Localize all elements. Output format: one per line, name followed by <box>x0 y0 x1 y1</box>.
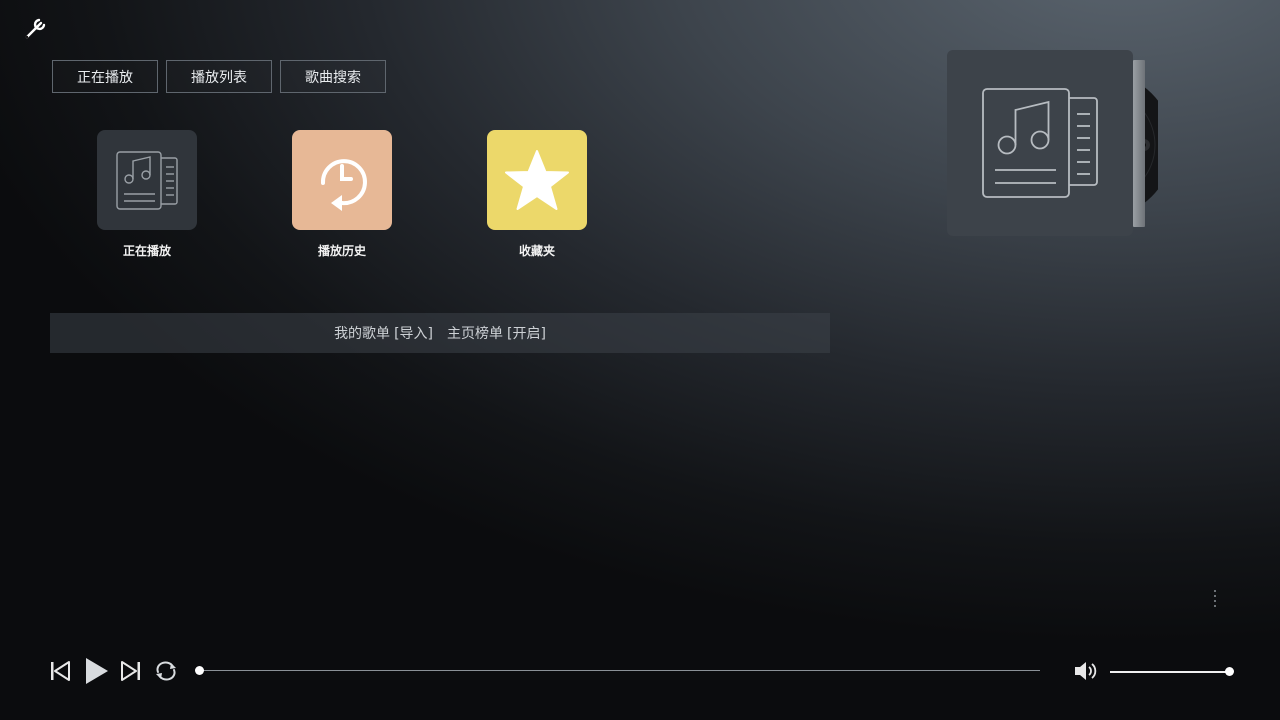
music-document-icon <box>116 151 178 210</box>
volume-track[interactable] <box>1110 671 1230 673</box>
album-cover <box>947 50 1133 236</box>
tile-now-playing[interactable]: 正在播放 <box>97 130 197 259</box>
next-icon[interactable] <box>120 660 142 686</box>
album-sleeve <box>1133 60 1145 227</box>
tile-label: 正在播放 <box>122 244 171 258</box>
my-playlist-label: 我的歌单 <box>334 326 391 342</box>
home-chart-label: 主页榜单 <box>447 326 503 342</box>
tile-label: 收藏夹 <box>518 244 555 258</box>
tab-now-playing[interactable]: 正在播放 <box>52 60 158 93</box>
now-playing-tile-box[interactable] <box>97 130 197 230</box>
playlist-bar: 我的歌单 [导入] 主页榜单 [开启] <box>50 313 830 353</box>
import-link[interactable]: [导入] <box>394 323 433 343</box>
progress-track[interactable] <box>200 670 1040 671</box>
play-history-tile-box[interactable] <box>292 130 392 230</box>
quick-access-tiles: 正在播放 播放历史 收藏夹 <box>97 130 587 259</box>
more-options-icon[interactable] <box>1214 590 1216 607</box>
volume-icon[interactable] <box>1073 660 1099 686</box>
tab-song-search[interactable]: 歌曲搜索 <box>280 60 386 93</box>
volume-handle[interactable] <box>1225 667 1234 676</box>
open-link[interactable]: [开启] <box>507 323 546 343</box>
music-document-icon <box>982 88 1098 198</box>
previous-icon[interactable] <box>49 660 71 686</box>
tile-play-history[interactable]: 播放历史 <box>292 130 392 259</box>
history-clock-icon <box>320 159 367 211</box>
favorites-tile-box[interactable] <box>487 130 587 230</box>
play-icon[interactable] <box>84 656 110 690</box>
star-icon <box>505 150 569 210</box>
player-bar <box>0 650 1280 694</box>
wrench-icon[interactable] <box>22 14 50 42</box>
tab-bar: 正在播放 播放列表 歌曲搜索 <box>52 60 386 93</box>
repeat-icon[interactable] <box>154 660 178 686</box>
tile-label: 播放历史 <box>317 244 366 258</box>
tab-playlist[interactable]: 播放列表 <box>166 60 272 93</box>
progress-handle[interactable] <box>195 666 204 675</box>
tile-favorites[interactable]: 收藏夹 <box>487 130 587 259</box>
